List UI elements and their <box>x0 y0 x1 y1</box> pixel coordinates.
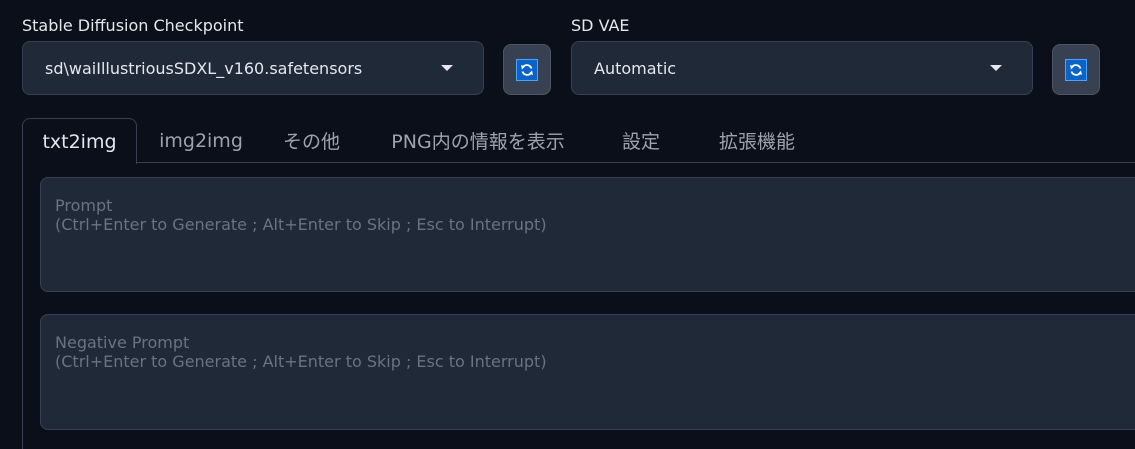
negative-prompt-textarea[interactable]: Negative Prompt (Ctrl+Enter to Generate … <box>40 314 1135 430</box>
main-tabs: txt2img img2img その他 PNG内の情報を表示 設定 拡張機能 <box>22 118 1135 164</box>
tab-panel-border <box>22 162 23 449</box>
tab-extensions[interactable]: 拡張機能 <box>702 118 812 163</box>
refresh-icon <box>516 58 538 81</box>
tab-other[interactable]: その他 <box>274 118 349 163</box>
tab-png-info[interactable]: PNG内の情報を表示 <box>378 118 578 163</box>
refresh-icon <box>1065 58 1087 81</box>
chevron-down-icon <box>990 65 1002 71</box>
vae-refresh-button[interactable] <box>1052 44 1100 95</box>
checkpoint-refresh-button[interactable] <box>503 44 551 95</box>
vae-value: Automatic <box>594 58 677 78</box>
vae-dropdown[interactable]: Automatic <box>571 41 1033 95</box>
tab-settings[interactable]: 設定 <box>606 118 676 163</box>
checkpoint-value: sd\waiIllustriousSDXL_v160.safetensors <box>45 58 363 78</box>
prompt-placeholder-hint: (Ctrl+Enter to Generate ; Alt+Enter to S… <box>55 215 547 234</box>
vae-label: SD VAE <box>571 16 630 35</box>
tab-txt2img[interactable]: txt2img <box>22 118 137 164</box>
prompt-textarea[interactable]: Prompt (Ctrl+Enter to Generate ; Alt+Ent… <box>40 177 1135 292</box>
negative-prompt-placeholder-title: Negative Prompt <box>55 333 190 352</box>
negative-prompt-placeholder-hint: (Ctrl+Enter to Generate ; Alt+Enter to S… <box>55 352 547 371</box>
tab-img2img[interactable]: img2img <box>147 118 255 163</box>
prompt-placeholder-title: Prompt <box>55 196 113 215</box>
checkpoint-label: Stable Diffusion Checkpoint <box>22 16 244 35</box>
webui-root: Stable Diffusion Checkpoint sd\waiIllust… <box>0 0 1135 449</box>
chevron-down-icon <box>441 65 453 71</box>
checkpoint-dropdown[interactable]: sd\waiIllustriousSDXL_v160.safetensors <box>22 41 484 95</box>
